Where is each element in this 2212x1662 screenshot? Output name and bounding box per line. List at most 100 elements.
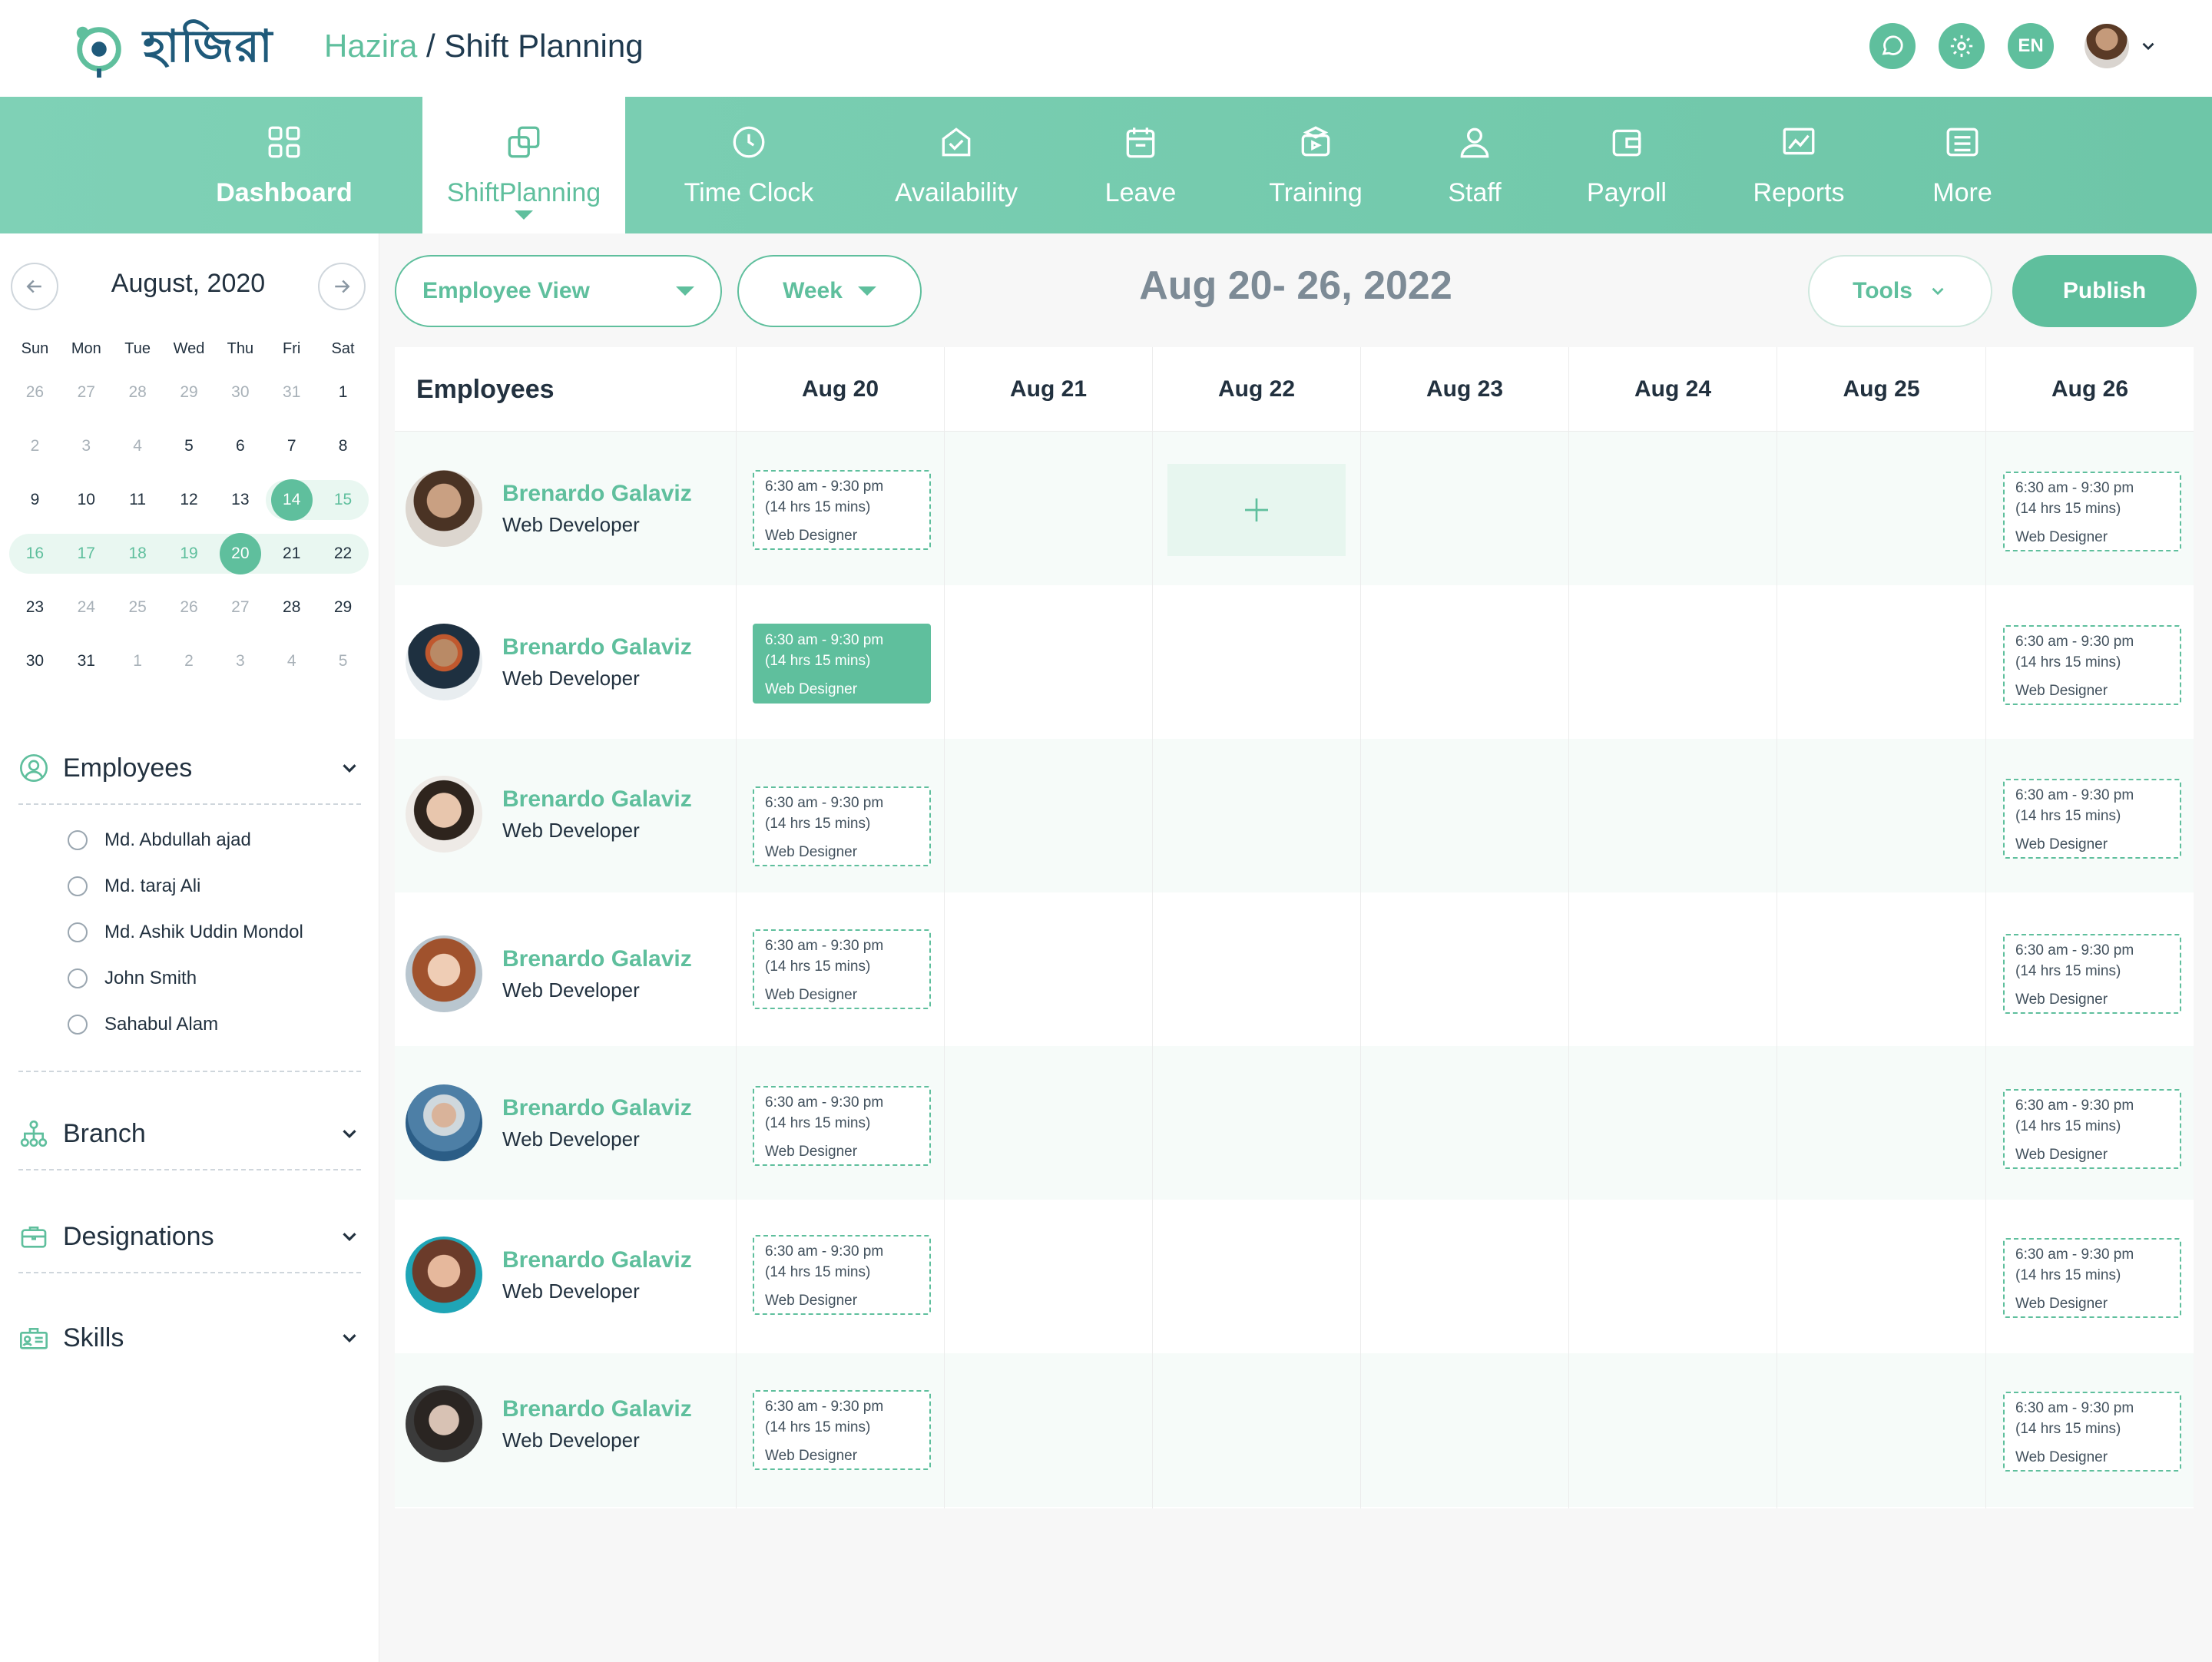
nav-reports[interactable]: Reports xyxy=(1736,97,1862,233)
calendar-day-in-range[interactable]: 18 xyxy=(111,534,164,574)
shift-card[interactable]: 6:30 am - 9:30 pm (14 hrs 15 mins) Web Des… xyxy=(753,786,931,866)
shift-card[interactable]: 6:30 am - 9:30 pm (14 hrs 15 mins) Web Des… xyxy=(753,1390,931,1470)
next-month-button[interactable] xyxy=(318,263,366,310)
calendar-day[interactable]: 29 xyxy=(317,588,369,627)
employee-cell[interactable]: Brenardo Galaviz Web Developer xyxy=(406,624,692,700)
shift-card[interactable]: 6:30 am - 9:30 pm (14 hrs 15 mins) Web Des… xyxy=(2003,1392,2181,1472)
user-menu[interactable] xyxy=(2085,24,2158,68)
nav-availability[interactable]: Availability xyxy=(876,97,1037,233)
calendar-day[interactable]: 13 xyxy=(214,480,266,520)
calendar-day[interactable]: 11 xyxy=(112,480,164,520)
calendar-day[interactable]: 28 xyxy=(266,588,317,627)
employee-option[interactable]: Md. taraj Ali xyxy=(18,863,361,909)
breadcrumb-root[interactable]: Hazira xyxy=(324,28,417,64)
publish-button[interactable]: Publish xyxy=(2012,255,2197,327)
language-button[interactable]: EN xyxy=(2008,23,2054,69)
period-select[interactable]: Week xyxy=(737,255,922,327)
employee-cell[interactable]: Brenardo Galaviz Web Developer xyxy=(406,776,692,853)
chat-button[interactable] xyxy=(1869,23,1916,69)
radio-button[interactable] xyxy=(68,968,88,988)
app-logo[interactable]: হাজিরা xyxy=(69,18,274,80)
designations-filter-toggle[interactable]: Designations xyxy=(18,1212,361,1261)
calendar-day[interactable]: 4 xyxy=(112,426,164,466)
calendar-day[interactable]: 31 xyxy=(266,372,317,412)
employee-cell[interactable]: Brenardo Galaviz Web Developer xyxy=(406,470,692,547)
calendar-day[interactable]: 29 xyxy=(164,372,215,412)
branch-filter-toggle[interactable]: Branch xyxy=(18,1109,361,1158)
calendar-day-in-range[interactable]: 17 xyxy=(60,534,112,574)
employees-filter-toggle[interactable]: Employees xyxy=(18,743,361,793)
employee-option[interactable]: Md. Ashik Uddin Mondol xyxy=(18,909,361,955)
calendar-day-selected[interactable]: 20 xyxy=(214,533,267,574)
employee-cell[interactable]: Brenardo Galaviz Web Developer xyxy=(406,1084,692,1161)
shift-card[interactable]: 6:30 am - 9:30 pm (14 hrs 15 mins) Web Des… xyxy=(2003,625,2181,705)
calendar-day[interactable]: 26 xyxy=(164,588,215,627)
view-select[interactable]: Employee View xyxy=(395,255,722,327)
calendar-day-in-range[interactable]: 16 xyxy=(9,534,61,574)
nav-leave[interactable]: Leave xyxy=(1083,97,1198,233)
calendar-day[interactable]: 3 xyxy=(61,426,112,466)
nav-staff[interactable]: Staff xyxy=(1429,97,1521,233)
shift-card[interactable]: 6:30 am - 9:30 pm (14 hrs 15 mins) Web Des… xyxy=(2003,1238,2181,1318)
nav-shift-planning[interactable]: ShiftPlanning xyxy=(422,97,625,233)
calendar-day[interactable]: 6 xyxy=(214,426,266,466)
calendar-day[interactable]: 30 xyxy=(9,641,61,681)
radio-button[interactable] xyxy=(68,1015,88,1035)
calendar-day[interactable]: 25 xyxy=(112,588,164,627)
calendar-day[interactable]: 28 xyxy=(112,372,164,412)
nav-dashboard[interactable]: Dashboard xyxy=(216,97,353,233)
shift-card[interactable]: 6:30 am - 9:30 pm (14 hrs 15 mins) Web Des… xyxy=(2003,1089,2181,1169)
calendar-day[interactable]: 31 xyxy=(61,641,112,681)
shift-card-selected[interactable]: 6:30 am - 9:30 pm (14 hrs 15 mins) Web Des… xyxy=(753,624,931,704)
calendar-day[interactable]: 30 xyxy=(214,372,266,412)
radio-button[interactable] xyxy=(68,922,88,942)
tools-dropdown[interactable]: Tools xyxy=(1808,255,1992,327)
calendar-day[interactable]: 24 xyxy=(61,588,112,627)
calendar-day-selected[interactable]: 14 xyxy=(266,479,318,521)
calendar-day[interactable]: 2 xyxy=(9,426,61,466)
radio-button[interactable] xyxy=(68,876,88,896)
employee-option[interactable]: Md. Abdullah ajad xyxy=(18,817,361,863)
calendar-day[interactable]: 2 xyxy=(164,641,215,681)
shift-card[interactable]: 6:30 am - 9:30 pm (14 hrs 15 mins) Web Des… xyxy=(753,1086,931,1166)
calendar-day[interactable]: 22 xyxy=(317,534,369,574)
calendar-day[interactable]: 4 xyxy=(266,641,317,681)
calendar-day[interactable]: 27 xyxy=(61,372,112,412)
add-shift-button[interactable] xyxy=(1167,464,1346,556)
skills-filter-toggle[interactable]: Skills xyxy=(18,1313,361,1362)
prev-month-button[interactable] xyxy=(11,263,58,310)
calendar-day-in-range[interactable]: 15 xyxy=(317,480,369,520)
nav-training[interactable]: Training xyxy=(1244,97,1387,233)
employee-cell[interactable]: Brenardo Galaviz Web Developer xyxy=(406,935,692,1012)
calendar-day[interactable]: 1 xyxy=(317,372,369,412)
calendar-day[interactable]: 7 xyxy=(266,426,317,466)
calendar-day[interactable]: 26 xyxy=(9,372,61,412)
calendar-day[interactable]: 5 xyxy=(164,426,215,466)
calendar-day-in-range[interactable]: 19 xyxy=(163,534,215,574)
calendar-day[interactable]: 21 xyxy=(266,534,318,574)
shift-card[interactable]: 6:30 am - 9:30 pm (14 hrs 15 mins) Web Des… xyxy=(753,470,931,550)
radio-button[interactable] xyxy=(68,830,88,850)
settings-button[interactable] xyxy=(1939,23,1985,69)
nav-time-clock[interactable]: Time Clock xyxy=(668,97,830,233)
calendar-day[interactable]: 27 xyxy=(214,588,266,627)
calendar-day[interactable]: 9 xyxy=(9,480,61,520)
employee-cell[interactable]: Brenardo Galaviz Web Developer xyxy=(406,1237,692,1313)
shift-card[interactable]: 6:30 am - 9:30 pm (14 hrs 15 mins) Web Des… xyxy=(753,929,931,1009)
calendar-day[interactable]: 8 xyxy=(317,426,369,466)
shift-card[interactable]: 6:30 am - 9:30 pm (14 hrs 15 mins) Web Des… xyxy=(2003,779,2181,859)
employee-option[interactable]: Sahabul Alam xyxy=(18,1002,361,1048)
shift-card[interactable]: 6:30 am - 9:30 pm (14 hrs 15 mins) Web Des… xyxy=(753,1235,931,1315)
calendar-day[interactable]: 5 xyxy=(317,641,369,681)
employee-cell[interactable]: Brenardo Galaviz Web Developer xyxy=(406,1386,692,1462)
nav-more[interactable]: More xyxy=(1912,97,2012,233)
shift-card[interactable]: 6:30 am - 9:30 pm (14 hrs 15 mins) Web Des… xyxy=(2003,934,2181,1014)
employee-option[interactable]: John Smith xyxy=(18,955,361,1002)
calendar-day[interactable]: 23 xyxy=(9,588,61,627)
calendar-day[interactable]: 3 xyxy=(214,641,266,681)
calendar-day[interactable]: 1 xyxy=(112,641,164,681)
calendar-day[interactable]: 12 xyxy=(164,480,215,520)
calendar-day[interactable]: 10 xyxy=(61,480,112,520)
shift-card[interactable]: 6:30 am - 9:30 pm (14 hrs 15 mins) Web Des… xyxy=(2003,472,2181,551)
nav-payroll[interactable]: Payroll xyxy=(1567,97,1687,233)
